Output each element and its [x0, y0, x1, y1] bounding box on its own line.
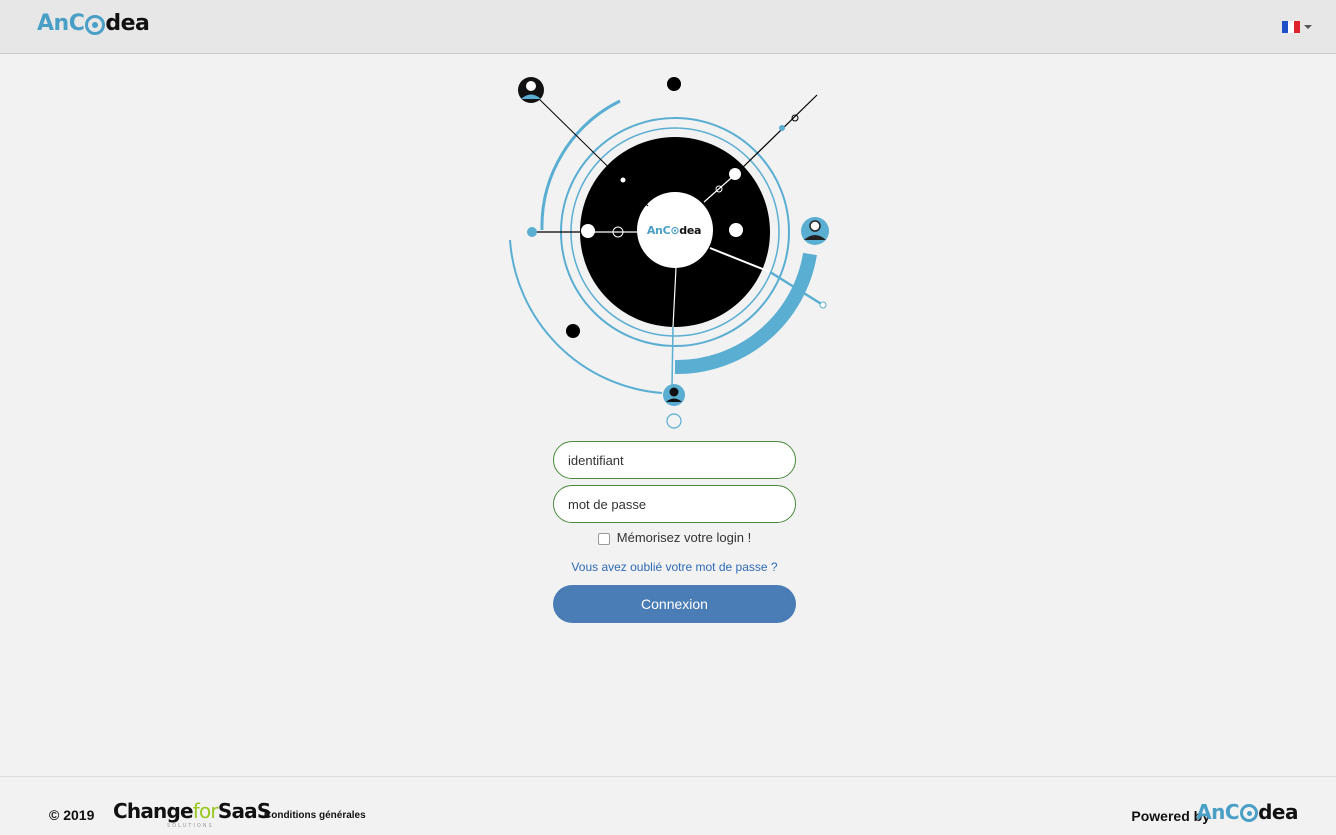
- login-page: AnC dea AnC⊙dea identifiant Mémorisez vo…: [0, 0, 1336, 835]
- conditions-link[interactable]: Conditions générales: [264, 810, 366, 821]
- swirl-icon: [85, 14, 106, 35]
- remember-label[interactable]: Mémorisez votre login !: [617, 530, 751, 545]
- center-logo-part1: AnC: [647, 224, 671, 237]
- center-logo-part2: dea: [679, 224, 701, 237]
- remember-checkbox[interactable]: [597, 533, 610, 545]
- ancodea-logo[interactable]: AnC dea: [37, 11, 150, 36]
- hero-illustration: AnC⊙dea: [509, 77, 829, 429]
- changeforsaas-logo[interactable]: ChangeforSaaS SOLUTIONS: [113, 799, 271, 829]
- caret-down-icon: [1304, 25, 1312, 29]
- powered-logo-part2: dea: [1258, 800, 1298, 824]
- avatar-top-left-icon: [518, 77, 544, 103]
- france-flag-icon: [1282, 21, 1300, 33]
- partner-logo-part2: for: [192, 799, 219, 823]
- partner-logo-part3: SaaS: [217, 799, 271, 823]
- logo-text-part2: dea: [105, 11, 150, 36]
- connexion-button[interactable]: Connexion: [553, 585, 796, 623]
- remember-row: Mémorisez votre login !: [553, 530, 796, 545]
- footer-divider: [0, 776, 1336, 777]
- avatar-right-icon: [801, 217, 829, 245]
- powered-logo-part1: AnC: [1196, 800, 1240, 824]
- avatar-bottom-icon: [663, 384, 685, 406]
- login-form: Mémorisez votre login ! Vous avez oublié…: [553, 441, 796, 623]
- powered-logo[interactable]: AnC dea: [1196, 800, 1298, 824]
- partner-logo-sub: SOLUTIONS: [167, 823, 214, 829]
- logo-text-part1: AnC: [37, 11, 85, 36]
- swirl-icon: [1240, 804, 1259, 822]
- language-selector[interactable]: [1282, 21, 1312, 33]
- copyright-text: © 2019: [49, 807, 95, 823]
- forgot-password-link[interactable]: Vous avez oublié votre mot de passe ?: [553, 560, 796, 574]
- username-input[interactable]: [553, 441, 796, 479]
- top-header: AnC dea: [0, 0, 1336, 54]
- partner-logo-part1: Change: [113, 799, 194, 823]
- svg-text:AnC⊙dea: AnC⊙dea: [647, 224, 701, 237]
- password-input[interactable]: [553, 485, 796, 523]
